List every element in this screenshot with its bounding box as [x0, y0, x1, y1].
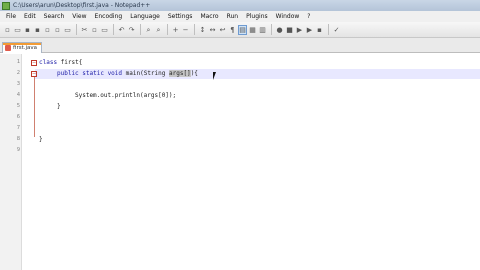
- selected-text: args[]: [169, 70, 191, 77]
- menu-help[interactable]: ?: [303, 13, 314, 20]
- doc-map-icon[interactable]: ▥: [258, 25, 267, 35]
- code-line-1: class first{: [39, 58, 82, 68]
- menu-search[interactable]: Search: [40, 13, 69, 20]
- line-number: 5: [16, 103, 20, 109]
- tab-label: first.java: [13, 45, 38, 51]
- code-keyword: class: [39, 59, 58, 66]
- save-all-icon[interactable]: ▪: [33, 25, 42, 35]
- notepadpp-icon: [2, 1, 10, 10]
- print-icon[interactable]: ▭: [63, 25, 72, 35]
- indent-guide-icon[interactable]: ▤: [238, 24, 247, 35]
- show-all-chars-icon[interactable]: ¶: [228, 25, 237, 35]
- menu-view[interactable]: View: [68, 13, 90, 20]
- menu-edit[interactable]: Edit: [20, 13, 40, 20]
- modified-file-icon: [5, 45, 11, 51]
- code-text: }: [39, 136, 43, 143]
- line-number: 1: [16, 59, 20, 65]
- new-file-icon[interactable]: ▫: [3, 25, 12, 35]
- code-line-8: }: [39, 135, 43, 145]
- zoom-out-icon[interactable]: −: [181, 25, 190, 35]
- line-number: 3: [16, 81, 20, 87]
- toolbar-separator: [140, 24, 141, 35]
- line-number: 4: [16, 92, 20, 98]
- line-number-gutter: 1 2 3 4 5 6 7 8 9: [0, 54, 22, 270]
- toolbar: ▫ ▭ ▪ ▪ ▫ ▫ ▭ ✂ ▫ ▭ ↶ ↷ ⌕ ⌕ + − ↕ ↔ ↩ ¶ …: [0, 22, 480, 38]
- redo-icon[interactable]: ↷: [127, 25, 136, 35]
- tab-first-java[interactable]: first.java: [2, 42, 42, 53]
- line-number: 6: [16, 114, 20, 120]
- menu-run[interactable]: Run: [223, 13, 243, 20]
- zoom-in-icon[interactable]: +: [171, 25, 180, 35]
- open-file-icon[interactable]: ▭: [13, 25, 22, 35]
- close-all-icon[interactable]: ▫: [53, 25, 62, 35]
- language-icon[interactable]: ▦: [248, 25, 257, 35]
- menu-window[interactable]: Window: [272, 13, 304, 20]
- undo-icon[interactable]: ↶: [117, 25, 126, 35]
- toolbar-separator: [194, 24, 195, 35]
- code-line-2: public static void main(String args[]){: [57, 69, 198, 79]
- menu-macro[interactable]: Macro: [196, 13, 222, 20]
- menu-bar: File Edit Search View Encoding Language …: [0, 11, 480, 22]
- menu-file[interactable]: File: [2, 13, 20, 20]
- code-text: }: [57, 103, 61, 110]
- active-tab-indicator: [3, 43, 41, 45]
- title-bar: C:\Users\arun\Desktop\first.java - Notep…: [0, 0, 480, 11]
- spellcheck-icon[interactable]: ✓: [332, 25, 341, 35]
- code-line-5: }: [57, 102, 61, 112]
- cut-icon[interactable]: ✂: [80, 25, 89, 35]
- fold-collapse-icon[interactable]: −: [31, 60, 37, 66]
- sync-horizontal-icon[interactable]: ↔: [208, 25, 217, 35]
- play-macro-icon[interactable]: ▶: [295, 25, 304, 35]
- replace-icon[interactable]: ⌕: [154, 25, 163, 35]
- paste-icon[interactable]: ▭: [100, 25, 109, 35]
- fold-guide-line: [34, 77, 35, 137]
- line-number: 8: [16, 136, 20, 142]
- save-macro-icon[interactable]: ▪: [315, 25, 324, 35]
- menu-encoding[interactable]: Encoding: [91, 13, 127, 20]
- stop-macro-icon[interactable]: ■: [285, 25, 294, 35]
- code-editor[interactable]: 1 2 3 4 5 6 7 8 9 − − class first{ publi…: [0, 54, 480, 270]
- line-number: 9: [16, 147, 20, 153]
- line-number: 7: [16, 125, 20, 131]
- save-icon[interactable]: ▪: [23, 25, 32, 35]
- close-icon[interactable]: ▫: [43, 25, 52, 35]
- code-keyword: public static void: [57, 70, 123, 77]
- toolbar-separator: [167, 24, 168, 35]
- code-text: first{: [57, 59, 83, 66]
- window-title: C:\Users\arun\Desktop\first.java - Notep…: [13, 2, 151, 9]
- mouse-cursor-icon: [213, 72, 219, 80]
- line-number: 2: [16, 70, 20, 76]
- find-icon[interactable]: ⌕: [144, 25, 153, 35]
- menu-language[interactable]: Language: [126, 13, 164, 20]
- record-macro-icon[interactable]: ●: [275, 25, 284, 35]
- menu-settings[interactable]: Settings: [164, 13, 197, 20]
- toolbar-separator: [271, 24, 272, 35]
- code-text: System.out.println(args[0]);: [75, 92, 177, 99]
- word-wrap-icon[interactable]: ↩: [218, 25, 227, 35]
- toolbar-separator: [113, 24, 114, 35]
- menu-plugins[interactable]: Plugins: [242, 13, 272, 20]
- code-line-4: System.out.println(args[0]);: [75, 91, 176, 101]
- fold-margin: [22, 54, 34, 270]
- code-text: ){: [190, 70, 198, 77]
- code-text: main(String: [122, 70, 169, 77]
- run-macro-multiple-icon[interactable]: ▶: [305, 25, 314, 35]
- toolbar-separator: [328, 24, 329, 35]
- sync-vertical-icon[interactable]: ↕: [198, 25, 207, 35]
- copy-icon[interactable]: ▫: [90, 25, 99, 35]
- tab-bar: first.java: [0, 38, 480, 53]
- toolbar-separator: [76, 24, 77, 35]
